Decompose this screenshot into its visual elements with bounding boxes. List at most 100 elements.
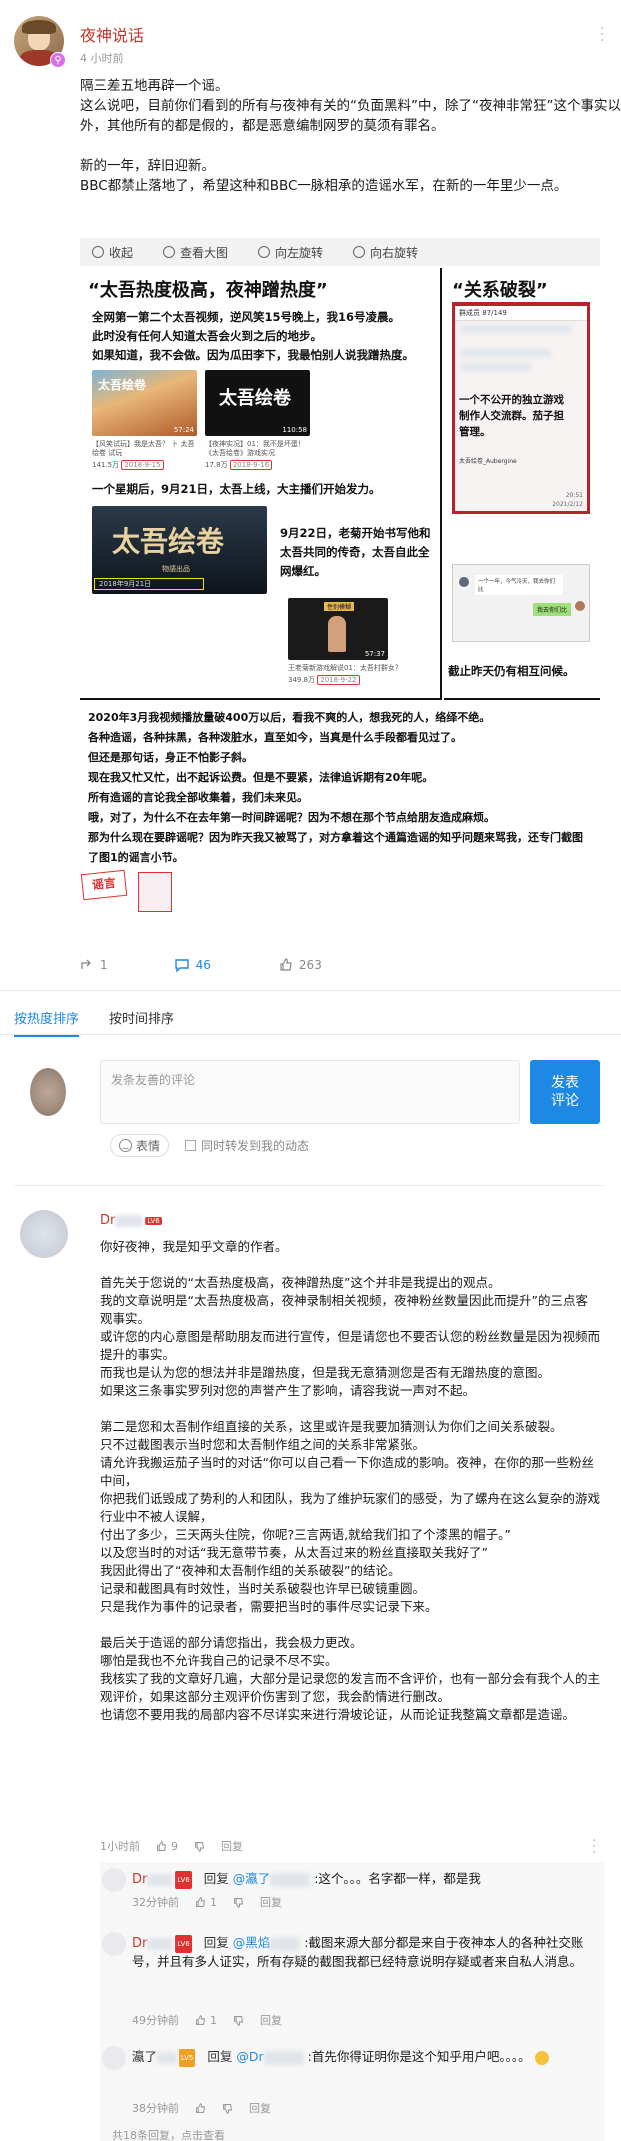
post-paragraph: 新的一年，辞旧迎新。 <box>80 158 215 174</box>
image-toolbar: 收起 查看大图 向左旋转 向右旋转 <box>80 238 600 266</box>
reply-mention[interactable]: @瀛了 <box>233 1871 271 1886</box>
reply-text: :截图来源大部分都是来自于夜神本人的各种社交账号，并且有多人证实，所有存疑的截图… <box>132 1935 584 1969</box>
reply-reply-button[interactable]: 回复 <box>260 1894 282 1910</box>
reply-reply-button[interactable]: 回复 <box>260 2012 282 2028</box>
image-text-3: 9月22日，老菊开始书写他和太吾共同的传奇，太吾自此全网爆红。 <box>280 526 431 578</box>
mini-thumb <box>138 872 172 912</box>
comment-button[interactable]: 46 <box>174 958 211 972</box>
checkbox-icon <box>185 1140 196 1151</box>
forward-checkbox[interactable]: 同时转发到我的动态 <box>185 1137 309 1154</box>
comment-more-icon[interactable]: · · · <box>592 1834 596 1860</box>
phone-screenshot-group: 群成员 87/149 一个不公开的独立游戏制作人交流群。茄子担管理。 太吾绘卷_… <box>452 302 590 514</box>
post-stats: 1 46 263 <box>80 958 600 972</box>
thumb-caption-1: 【风笑试玩】我是太吾？ 卜 太吾绘卷 试玩 141.5万 2018-9-15 <box>92 440 195 470</box>
comment-body: 你好夜神，我是知乎文章的作者。 首先关于您说的“太吾热度极高，夜神蹭热度”这个并… <box>100 1238 600 1724</box>
thumbs-up-icon <box>280 958 292 971</box>
post-time: 4 小时前 <box>80 52 124 65</box>
group-note: 一个不公开的独立游戏制作人交流群。茄子担管理。 <box>459 394 564 438</box>
reply-item: 瀛了 LV5 回复 @Dr :首先你得证明你是这个知乎用户吧。。。。 <box>132 2048 572 2067</box>
image-text-right-bottom: 截止昨天仍有相互问候。 <box>448 664 575 678</box>
reply-mention[interactable]: @Dr <box>236 2049 263 2064</box>
post-body: 隔三差五地再辟一个谣。 这么说吧，目前你们看到的所有与夜神有关的“负面黑料”中，… <box>80 76 621 196</box>
image-left-panel: “太吾热度极高，夜神蹭热度” 全网第一第二个太吾视频，逆风笑15号晚上，我16号… <box>80 268 442 700</box>
rumor-stamp: 谣言 <box>80 869 128 901</box>
thumbs-down-icon[interactable] <box>194 1841 205 1852</box>
commenter-name[interactable]: Dr <box>100 1213 115 1228</box>
level-badge: LV6 <box>145 1216 162 1225</box>
reply-meta: 32分钟前 1 回复 <box>132 1894 282 1910</box>
chat-screenshot: 一个一年，今气冷天，我去你们比 我去你们比 <box>452 564 590 642</box>
image-bottom-text: 2020年3月我视频播放量破400万以后，看我不爽的人，想我死的人，络绎不绝。 … <box>88 711 583 864</box>
comment-paragraph: 你好夜神，我是知乎文章的作者。 <box>100 1239 288 1254</box>
reply-meta: 49分钟前 1 回复 <box>132 2012 282 2028</box>
reply-text: :首先你得证明你是这个知乎用户吧。。。。 <box>307 2049 531 2064</box>
video-thumb-1: 太吾绘卷 57:24 <box>92 370 197 436</box>
forward-icon <box>81 959 91 969</box>
comment-icon <box>174 959 189 972</box>
thumbs-up-icon <box>157 1840 167 1851</box>
more-replies-link[interactable]: 共18条回复，点击查看 <box>112 2130 225 2141</box>
comment-time: 1小时前 <box>100 1840 140 1853</box>
comment-like-button[interactable]: 9 <box>156 1840 178 1853</box>
zoom-icon <box>163 246 176 258</box>
send-comment-button[interactable]: 发表评论 <box>530 1060 600 1124</box>
reply-mention[interactable]: @黑焰 <box>233 1935 271 1950</box>
reply-text: :这个。。。名字都一样，都是我 <box>314 1871 481 1886</box>
video-thumb-2: 太吾绘卷 110:58 <box>205 370 310 436</box>
like-button[interactable]: 263 <box>279 958 322 972</box>
rotate-right-button[interactable]: 向右旋转 <box>353 244 418 261</box>
comment-input[interactable]: 发条友善的评论 <box>100 1060 520 1124</box>
reply-avatar[interactable] <box>102 2046 126 2070</box>
more-menu-icon[interactable]: · · · <box>600 22 604 48</box>
reply-reply-button[interactable]: 回复 <box>249 2100 271 2116</box>
forward-button[interactable]: 1 <box>80 958 108 972</box>
thumb-caption-2: 【夜神实况】01：我不是坏蛋！《太吾绘卷》游戏实况 17.8万 2018-9-1… <box>205 440 305 470</box>
image-text-2: 一个星期后，9月21日，太吾上线，大主播们开始发力。 <box>92 482 381 496</box>
divider <box>0 990 621 991</box>
post-author-name[interactable]: 夜神说话 <box>80 22 144 46</box>
reply-author[interactable]: Dr <box>132 1936 147 1951</box>
thumbs-up-icon <box>196 2014 206 2025</box>
image-title-left: “太吾热度极高，夜神蹭热度” <box>88 280 328 301</box>
rotate-left-icon <box>258 246 271 258</box>
comment-reply-button[interactable]: 回复 <box>221 1838 243 1854</box>
tab-hot[interactable]: 按热度排序 <box>14 1008 80 1037</box>
commenter-avatar[interactable] <box>20 1210 68 1258</box>
sweat-emoji-icon <box>534 2050 549 2065</box>
comment-paragraph: 最后关于造谣的部分请您指出，我会极力更改。 哪怕是我也不允许我自己的记录不尽不实… <box>100 1635 601 1722</box>
reply-like-button[interactable]: 1 <box>195 2014 217 2027</box>
thumbs-up-icon <box>196 1896 206 1907</box>
collapse-icon <box>92 246 104 258</box>
reply-item: Dr LV6 回复 @黑焰 :截图来源大部分都是来自于夜神本人的各种社交账号，并且… <box>132 1934 584 1969</box>
rotate-left-button[interactable]: 向左旋转 <box>258 244 323 261</box>
comment-paragraph: 第二是您和太吾制作组直接的关系，这里或许是我要加猜测认为你们之间关系破裂。 只不… <box>100 1419 601 1614</box>
current-user-avatar <box>30 1068 66 1116</box>
view-large-button[interactable]: 查看大图 <box>163 244 228 261</box>
image-text: 全网第一第二个太吾视频，逆风笑15号晚上，我16号凌晨。 此时没有任何人知道太吾… <box>92 310 414 362</box>
post-paragraph: 这么说吧，目前你们看到的所有与夜神有关的“负面黑料”中，除了“夜神非常狂”这个事… <box>80 98 621 134</box>
reply-avatar[interactable] <box>102 1868 126 1892</box>
reply-author[interactable]: 瀛了 <box>132 2049 157 2064</box>
image-right-panel: “关系破裂” 群成员 87/149 一个不公开的独立游戏制作人交流群。茄子担管理… <box>444 268 600 700</box>
reply-item: Dr LV6 回复 @瀛了 :这个。。。名字都一样，都是我 <box>132 1870 481 1889</box>
tabs-underline <box>0 1034 621 1035</box>
collapse-button[interactable]: 收起 <box>92 244 133 261</box>
video-thumb-3: 性别模糊 57:37 <box>288 598 388 660</box>
reply-avatar[interactable] <box>102 1932 126 1956</box>
thumb-caption-3: 王老菊新游戏解说01：太吾村群女？ 349.8万 2018-9-22 <box>288 664 402 685</box>
video-thumb-big: 太吾绘卷 物語出品 2018年9月21日 <box>92 506 267 594</box>
post-paragraph: 隔三差五地再辟一个谣。 <box>80 78 229 94</box>
tab-time[interactable]: 按时间排序 <box>109 1008 174 1037</box>
post-paragraph: BBC都禁止落地了，希望这种和BBC一脉相承的造谣水军，在新的一年里少一点。 <box>80 178 568 194</box>
emoji-button[interactable]: ‿ 表情 <box>110 1134 170 1157</box>
rotate-right-icon <box>353 246 366 258</box>
reply-like-button[interactable]: 1 <box>195 1896 217 1909</box>
thumbs-down-icon[interactable] <box>222 2103 233 2114</box>
thumbs-down-icon[interactable] <box>233 2015 244 2026</box>
post-image[interactable]: “太吾热度极高，夜神蹭热度” 全网第一第二个太吾视频，逆风笑15号晚上，我16号… <box>80 268 600 918</box>
thumbs-down-icon[interactable] <box>233 1897 244 1908</box>
reply-author[interactable]: Dr <box>132 1872 147 1887</box>
divider <box>14 1185 604 1186</box>
sort-tabs: 按热度排序 按时间排序 <box>14 1008 174 1037</box>
thumbs-up-icon[interactable] <box>195 2102 206 2114</box>
